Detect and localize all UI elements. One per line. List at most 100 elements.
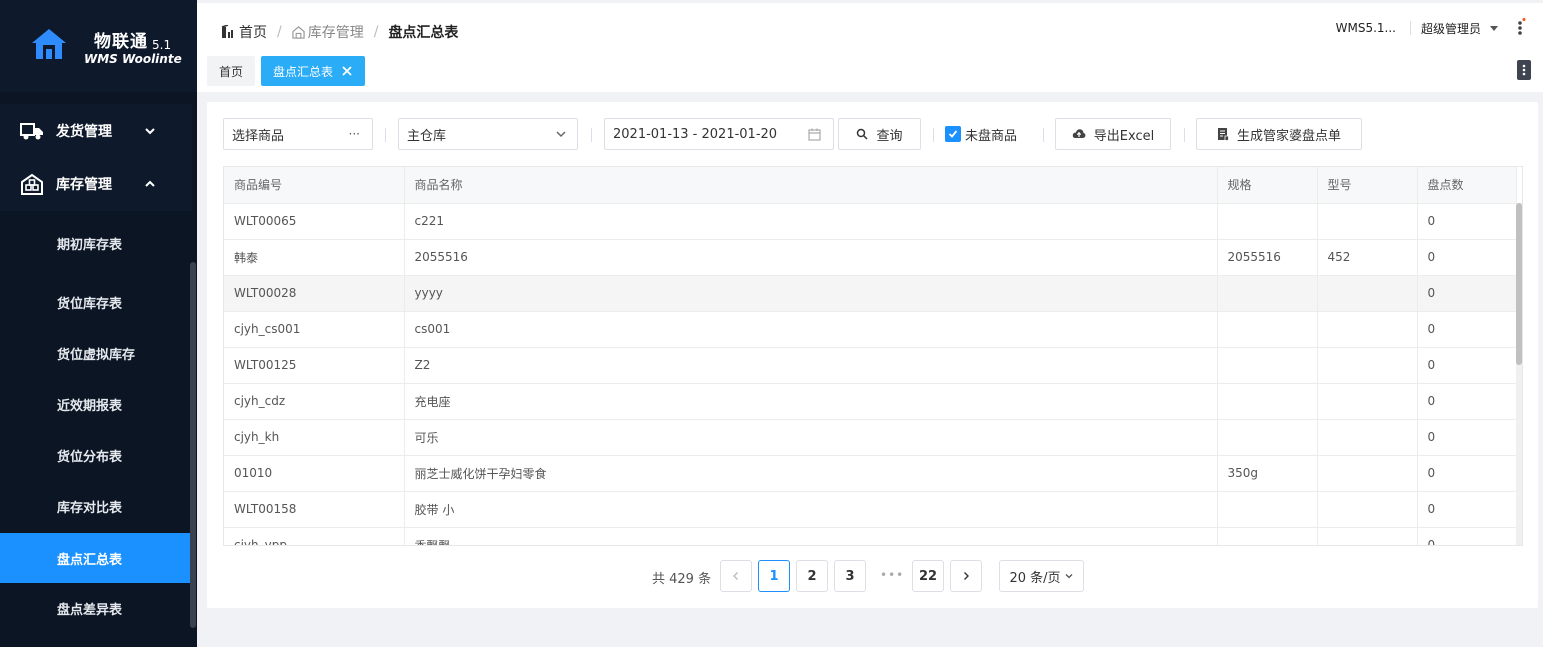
total-count: 共 429 条: [652, 572, 712, 587]
table-cell: 0: [1417, 239, 1517, 276]
tabs-more-button[interactable]: [1517, 60, 1531, 80]
chevron-down-icon: [556, 131, 566, 138]
column-header[interactable]: 盘点数: [1417, 167, 1517, 204]
table-cell: Z2: [404, 347, 1218, 384]
query-button[interactable]: 查询: [838, 118, 921, 150]
table-row[interactable]: cjyh_kh 可乐 0: [224, 419, 1517, 456]
page-button-1[interactable]: 1: [758, 560, 790, 592]
table-cell: 0: [1417, 527, 1517, 545]
column-header[interactable]: 商品名称: [404, 167, 1218, 204]
table-row[interactable]: WLT00028 yyyy 0: [224, 275, 1517, 312]
column-header[interactable]: 规格: [1217, 167, 1318, 204]
sidebar-item-virtual-stock[interactable]: 货位虚拟库存: [0, 328, 192, 378]
table-row[interactable]: WLT00065 c221 0: [224, 203, 1517, 240]
export-excel-button[interactable]: 导出Excel: [1055, 118, 1171, 150]
sidebar-item-label: 货位虚拟库存: [57, 347, 136, 363]
menu-group-inventory[interactable]: 库存管理: [0, 157, 192, 211]
table-cell: WLT00065: [224, 203, 405, 240]
data-table: 商品编号 商品名称 规格 型号 盘点数 WLT00065 c221 0 韩泰 20555…: [223, 166, 1523, 546]
table-cell: yyyy: [404, 275, 1218, 312]
generate-button-label: 生成管家婆盘点单: [1236, 128, 1341, 144]
chevron-left-icon: [733, 572, 738, 580]
table-cell: 0: [1417, 455, 1517, 492]
caret-down-icon[interactable]: [1489, 24, 1499, 32]
warehouse-select[interactable]: 主仓库: [398, 118, 578, 150]
header: 首页 / 库存管理 / 盘点汇总表 WMS5.1... 超级管理员 首页 盘点汇…: [197, 0, 1543, 92]
product-select[interactable]: 选择商品 ···: [223, 118, 373, 150]
table-cell: 01010: [224, 455, 405, 492]
sidebar-item-near-expiry[interactable]: 近效期报表: [0, 379, 192, 429]
main-card: 选择商品 ··· 主仓库 2021-01-13 - 2021-01-20 查询: [207, 102, 1538, 608]
more-vertical-icon[interactable]: [1515, 18, 1527, 38]
version-label[interactable]: WMS5.1...: [1336, 21, 1396, 35]
table-cell: 0: [1417, 491, 1517, 528]
logo-area: 物联通 5.1 WMS Woolinte: [0, 0, 197, 92]
table-cell: [1317, 275, 1418, 312]
table-cell: WLT00158: [224, 491, 405, 528]
chevron-up-icon: [145, 180, 155, 187]
table-row[interactable]: 韩泰 2055516 2055516 452 0: [224, 239, 1517, 276]
table-row[interactable]: 01010 丽芝士威化饼干孕妇零食 350g 0: [224, 455, 1517, 492]
table-cell: [1217, 275, 1318, 312]
table-cell: cjyh_kh: [224, 419, 405, 456]
table-row[interactable]: WLT00125 Z2 0: [224, 347, 1517, 384]
user-name[interactable]: 超级管理员: [1421, 20, 1481, 37]
table-scrollbar[interactable]: [1516, 203, 1522, 545]
table-cell: [1317, 455, 1418, 492]
page-button-3[interactable]: 3: [834, 560, 866, 592]
column-header[interactable]: 型号: [1317, 167, 1418, 204]
toolbar: 选择商品 ··· 主仓库 2021-01-13 - 2021-01-20 查询: [223, 118, 1523, 150]
checkbox-label: 未盘商品: [965, 128, 1018, 144]
sidebar-item-stock-compare[interactable]: 库存对比表: [0, 481, 192, 531]
product-select-text: 选择商品: [232, 128, 285, 144]
next-page-button[interactable]: [950, 560, 982, 592]
scrollbar-thumb[interactable]: [1516, 203, 1522, 365]
breadcrumb-current: 盘点汇总表: [388, 25, 459, 41]
table-row[interactable]: cjyh_ypp 香飘飘 0: [224, 527, 1517, 545]
table-cell: [1317, 203, 1418, 240]
table-cell: cjyh_ypp: [224, 527, 405, 545]
table-cell: c221: [404, 203, 1218, 240]
tab-home[interactable]: 首页: [207, 56, 256, 86]
sidebar-item-label: 盘点差异表: [57, 602, 123, 618]
pagination-ellipsis[interactable]: •••: [880, 568, 904, 582]
breadcrumb-home[interactable]: 首页: [239, 22, 267, 42]
sidebar-item-label: 货位分布表: [57, 449, 123, 465]
sidebar-item-location-stock[interactable]: 货位库存表: [0, 277, 192, 327]
table-cell: 0: [1417, 275, 1517, 312]
sidebar-scrollbar[interactable]: [190, 262, 196, 628]
chevron-down-icon: [1065, 574, 1072, 579]
unchecked-goods-checkbox[interactable]: 未盘商品: [945, 118, 1017, 150]
close-icon[interactable]: [341, 65, 353, 77]
date-range-picker[interactable]: 2021-01-13 - 2021-01-20: [604, 118, 834, 150]
page-button-last[interactable]: 22: [912, 560, 944, 592]
warehouse-icon: [292, 25, 305, 39]
column-header[interactable]: 商品编号: [224, 167, 405, 204]
calendar-icon: [808, 128, 821, 141]
sidebar-item-count-summary[interactable]: 盘点汇总表: [0, 533, 192, 583]
sidebar-item-opening-stock[interactable]: 期初库存表: [0, 218, 192, 268]
warehouse-icon: [21, 173, 43, 195]
breadcrumb-inventory[interactable]: 库存管理: [308, 22, 364, 42]
sidebar-item-count-variance[interactable]: 盘点差异表: [0, 583, 192, 633]
divider: [933, 128, 934, 142]
table-cell: 可乐: [404, 419, 1218, 456]
tab-label: 首页: [219, 64, 244, 79]
tab-count-summary[interactable]: 盘点汇总表: [261, 56, 366, 86]
table-row[interactable]: cjyh_cs001 cs001 0: [224, 311, 1517, 348]
table-row[interactable]: WLT00158 胶带 小 0: [224, 491, 1517, 528]
table: 商品编号 商品名称 规格 型号 盘点数 WLT00065 c221 0 韩泰 20555…: [224, 167, 1517, 545]
table-cell: [1217, 383, 1318, 420]
table-cell: 0: [1417, 311, 1517, 348]
page-size-select[interactable]: 20 条/页: [999, 560, 1084, 592]
sidebar-item-label: 期初库存表: [57, 237, 123, 253]
sidebar-item-location-distribution[interactable]: 货位分布表: [0, 430, 192, 480]
generate-count-sheet-button[interactable]: 生成管家婆盘点单: [1196, 118, 1362, 150]
table-cell: [1217, 527, 1318, 545]
table-row[interactable]: cjyh_cdz 充电座 0: [224, 383, 1517, 420]
sidebar-item-label: 近效期报表: [57, 398, 123, 414]
menu-group-shipping[interactable]: 发货管理: [0, 104, 192, 158]
divider: [591, 128, 592, 142]
prev-page-button[interactable]: [720, 560, 752, 592]
page-button-2[interactable]: 2: [796, 560, 828, 592]
